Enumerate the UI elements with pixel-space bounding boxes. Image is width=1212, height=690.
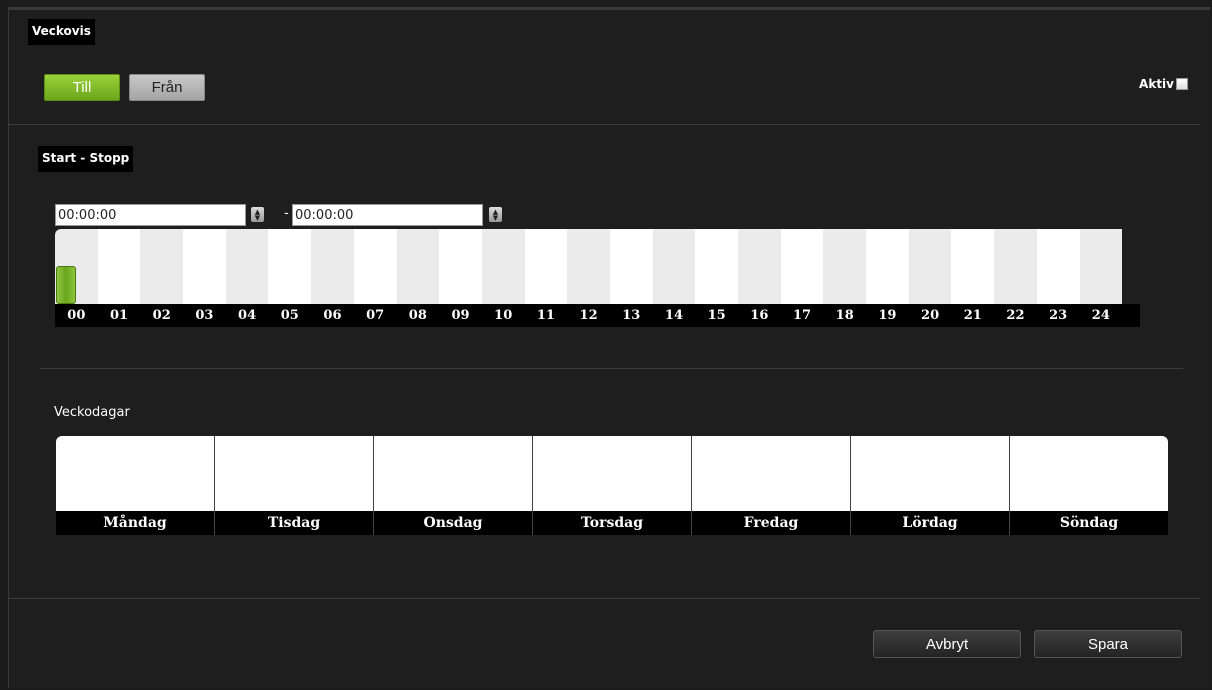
hour-slot[interactable] [481,229,525,304]
fran-button[interactable]: Från [129,74,205,101]
hour-slot[interactable] [908,229,952,304]
weekday-slot[interactable] [1010,436,1168,511]
weekday-slot[interactable] [374,436,532,511]
weekday-label: Tisdag [215,511,373,535]
hour-label: 14 [664,308,684,323]
hour-slot[interactable] [823,229,867,304]
hour-label: 13 [622,308,641,323]
weekday-column[interactable]: Måndag [56,436,215,535]
hour-timeline[interactable]: 00 01 02 03 04 05 06 07 08 09 10 11 12 13 14 15 16 17 18 19… [55,229,1140,327]
hour-label: 06 [323,308,342,323]
hour-label: 07 [366,308,385,323]
hour-slot[interactable] [866,229,909,304]
hour-label: 20 [921,308,940,323]
hour-slot[interactable] [1079,229,1123,304]
weekday-column[interactable]: Onsdag [374,436,533,535]
divider [9,598,1200,599]
hour-slot[interactable] [695,229,738,304]
aktiv-label: Aktiv [1139,77,1174,91]
divider [40,368,1183,369]
hour-label: 01 [109,308,129,323]
hour-slot[interactable] [780,229,824,304]
hour-label: 03 [195,308,214,323]
hour-label: 16 [750,308,769,323]
save-button[interactable]: Spara [1034,630,1182,658]
weekday-column[interactable]: Tisdag [215,436,374,535]
hour-label: 22 [1006,308,1025,323]
hour-slot[interactable] [268,229,312,304]
hour-slot[interactable] [311,229,354,304]
hour-slot[interactable] [1036,229,1080,304]
aktiv-checkbox[interactable] [1176,78,1188,90]
weekday-slot[interactable] [533,436,691,511]
stop-time-spinner-icon[interactable]: ▲ ▼ [489,207,502,222]
start-time-spinner-icon[interactable]: ▲ ▼ [251,207,264,222]
hour-label: 17 [792,308,812,323]
hour-slot[interactable] [396,229,440,304]
hour-label: 15 [707,308,726,323]
hour-slot[interactable] [225,229,269,304]
schedule-dialog [8,7,1210,688]
hour-label: 08 [408,308,427,323]
hour-label: 12 [579,308,598,323]
hour-slot[interactable] [140,229,184,304]
hour-slot[interactable] [609,229,653,304]
weekday-label: Fredag [692,511,850,535]
hour-slot[interactable] [439,229,482,304]
weekday-column[interactable]: Torsdag [533,436,692,535]
weekday-label: Lördag [851,511,1009,535]
weekday-label: Måndag [56,511,214,535]
hour-label: 00 [67,308,86,323]
till-button[interactable]: Till [44,74,120,101]
hour-slot[interactable] [994,229,1037,304]
hour-label: 24 [1091,308,1110,323]
hour-slot[interactable] [738,229,781,304]
hour-slot[interactable] [951,229,995,304]
weekday-slot[interactable] [56,436,214,511]
hour-slot[interactable] [652,229,696,304]
weekday-label: Onsdag [374,511,532,535]
hour-label: 04 [238,308,257,323]
weekday-selector: Måndag Tisdag Onsdag Torsdag Fredag Lördag Sön… [56,436,1168,535]
stop-time-input[interactable]: 00:00:00 [292,204,483,226]
hour-slot[interactable] [353,229,397,304]
weekday-label: Söndag [1010,511,1168,535]
weekdays-title: Veckodagar [54,405,130,420]
cancel-button[interactable]: Avbryt [873,630,1021,658]
hour-slot[interactable] [97,229,141,304]
weekday-column[interactable]: Söndag [1010,436,1168,535]
weekday-slot[interactable] [692,436,850,511]
aktiv-toggle[interactable]: Aktiv [1139,77,1188,91]
weekday-column[interactable]: Fredag [692,436,851,535]
hour-label: 09 [451,308,470,323]
hour-label: 05 [280,308,299,323]
hour-label: 10 [494,308,513,323]
weekday-slot[interactable] [851,436,1009,511]
weekday-slot[interactable] [215,436,373,511]
hour-slot[interactable] [567,229,610,304]
hour-label: 18 [835,308,854,323]
start-stop-title: Start - Stopp [38,146,134,172]
divider [9,124,1200,125]
hour-label: 23 [1049,308,1068,323]
hour-label: 11 [536,308,555,323]
weekday-label: Torsdag [533,511,691,535]
hour-label: 02 [152,308,171,323]
weekday-column[interactable]: Lördag [851,436,1010,535]
hour-slot[interactable] [524,229,568,304]
hour-label: 19 [878,308,897,323]
start-time-input[interactable]: 00:00:00 [55,204,246,226]
hour-slot[interactable] [183,229,226,304]
time-separator: - [284,206,289,221]
hour-label: 21 [963,308,982,323]
dialog-title: Veckovis [28,19,95,45]
timeline-handle[interactable] [56,266,76,304]
